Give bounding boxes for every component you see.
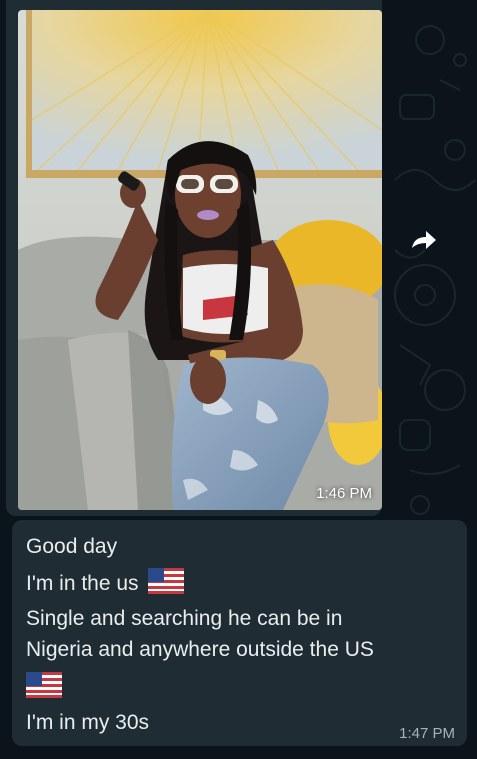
message-line-location: I'm in the us — [26, 568, 185, 597]
us-flag-icon — [148, 568, 185, 594]
text-message-bubble[interactable]: Good day I'm in the us Single and search… — [12, 520, 467, 746]
photo-message-bubble[interactable]: 1:46 PM — [6, 0, 382, 516]
text-message-time: 1:47 PM — [399, 725, 455, 742]
message-line-location-text: I'm in the us — [26, 572, 139, 595]
message-line-criteria: Nigeria and anywhere outside the US — [26, 638, 374, 661]
photo-message-time: 1:46 PM — [316, 485, 372, 502]
forward-button[interactable] — [397, 212, 451, 266]
message-line-greeting: Good day — [26, 535, 118, 558]
message-photo[interactable]: 1:46 PM — [18, 10, 382, 510]
message-line-status: Single and searching he can be in — [26, 607, 343, 630]
forward-arrow-icon — [412, 231, 436, 249]
bottom-edge — [0, 746, 477, 759]
us-flag-icon — [26, 672, 62, 698]
photo-illustration — [18, 10, 382, 510]
message-line-age: I'm in my 30s — [26, 711, 150, 734]
